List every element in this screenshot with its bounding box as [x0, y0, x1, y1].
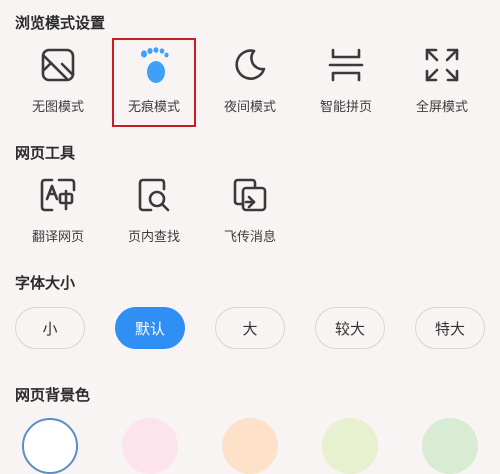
smart-page-icon	[325, 44, 367, 86]
font-size-xlarge-button[interactable]: 特大	[415, 307, 485, 349]
smart-page-button[interactable]: 智能拼页	[298, 44, 394, 115]
smart-page-label: 智能拼页	[319, 100, 372, 115]
night-mode-button[interactable]: 夜间模式	[202, 44, 298, 115]
translate-page-button[interactable]: 翻译网页	[10, 174, 106, 245]
font-size-larger-button[interactable]: 较大	[315, 307, 385, 349]
send-message-icon	[229, 174, 271, 216]
no-image-icon	[37, 44, 79, 86]
fullscreen-mode-button[interactable]: 全屏模式	[394, 44, 490, 115]
web-tools-title: 网页工具	[15, 144, 76, 162]
no-image-mode-button[interactable]: 无图模式	[10, 44, 106, 115]
find-in-page-button[interactable]: 页内查找	[106, 174, 202, 245]
no-image-mode-label: 无图模式	[31, 100, 84, 115]
fullscreen-icon	[421, 44, 463, 86]
bg-swatch-white[interactable]	[22, 418, 78, 474]
bg-swatch-green[interactable]	[422, 418, 478, 474]
font-size-title: 字体大小	[15, 274, 76, 292]
send-message-button[interactable]: 飞传消息	[202, 174, 298, 245]
moon-icon	[229, 44, 271, 86]
background-color-title: 网页背景色	[15, 386, 91, 404]
font-size-large-button[interactable]: 大	[215, 307, 285, 349]
night-mode-label: 夜间模式	[223, 100, 276, 115]
browse-mode-title: 浏览模式设置	[15, 14, 106, 32]
font-size-default-button[interactable]: 默认	[115, 307, 185, 349]
translate-page-label: 翻译网页	[31, 230, 84, 245]
highlight-box	[112, 38, 196, 127]
bg-swatch-lime[interactable]	[322, 418, 378, 474]
bg-swatch-pink[interactable]	[122, 418, 178, 474]
bg-swatch-peach[interactable]	[222, 418, 278, 474]
send-message-label: 飞传消息	[223, 230, 276, 245]
find-in-page-icon	[133, 174, 175, 216]
translate-icon	[37, 174, 79, 216]
fullscreen-mode-label: 全屏模式	[415, 100, 468, 115]
find-in-page-label: 页内查找	[127, 230, 180, 245]
font-size-small-button[interactable]: 小	[15, 307, 85, 349]
